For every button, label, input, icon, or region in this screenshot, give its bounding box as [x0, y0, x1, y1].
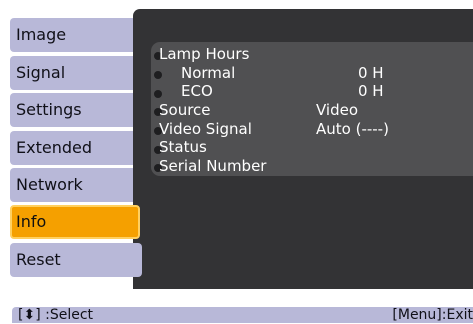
tab-reset-label: Reset: [16, 250, 61, 269]
tab-settings-label: Settings: [16, 100, 82, 119]
normal-value: 0 H: [358, 64, 384, 82]
tab-signal[interactable]: Signal: [10, 56, 142, 90]
select-hint: [⬍] :Select: [18, 307, 94, 323]
key-hint-bar: [⬍] :Select [Menu]:Exit: [12, 307, 473, 323]
tab-image[interactable]: Image: [10, 18, 142, 52]
tab-signal-label: Signal: [16, 63, 66, 82]
tab-image-label: Image: [16, 25, 67, 44]
tab-info[interactable]: Info: [10, 205, 140, 239]
video-signal-value: Auto (----): [316, 120, 389, 138]
tab-info-label: Info: [16, 212, 47, 231]
tab-reset[interactable]: Reset: [10, 243, 142, 277]
projector-menu-window: Image Signal Settings Extended Network I…: [0, 0, 473, 323]
eco-value: 0 H: [358, 82, 384, 100]
source-value: Video: [316, 101, 359, 119]
serial-number-label: Serial Number: [159, 157, 267, 175]
exit-hint: [Menu]:Exit: [392, 307, 473, 323]
tab-extended-label: Extended: [16, 138, 92, 157]
tab-settings[interactable]: Settings: [10, 93, 142, 127]
video-signal-label: Video Signal: [159, 120, 252, 138]
row-marker: [154, 71, 162, 79]
tab-network-label: Network: [16, 175, 83, 194]
eco-label: ECO: [181, 82, 213, 100]
source-label: Source: [159, 101, 211, 119]
tab-extended[interactable]: Extended: [10, 131, 142, 165]
tab-network[interactable]: Network: [10, 168, 142, 202]
status-label: Status: [159, 138, 207, 156]
row-marker: [154, 90, 162, 98]
normal-label: Normal: [181, 64, 236, 82]
lamp-hours-label: Lamp Hours: [159, 45, 250, 63]
